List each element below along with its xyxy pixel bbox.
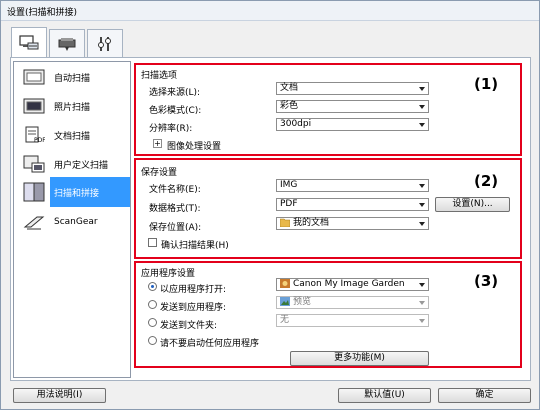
open-with-app-value: Canon My Image Garden	[293, 279, 405, 289]
save-location-value: 我的文档	[293, 218, 330, 228]
send-to-folder-dropdown[interactable]: 无	[276, 314, 429, 327]
section-number-1: (1)	[474, 75, 499, 93]
auto-scan-icon	[22, 66, 46, 88]
sidebar-item-label: 用户定义扫描	[54, 160, 109, 171]
send-to-app-radio[interactable]	[148, 300, 157, 309]
title-bar: 设置(扫描和拼接)	[1, 1, 539, 21]
expand-image-processing-button[interactable]: +	[153, 139, 162, 148]
scan-from-computer-icon	[19, 35, 39, 50]
sidebar-item-label: 扫描和拼接	[54, 188, 100, 199]
tab-scan-from-operation-panel[interactable]	[49, 29, 85, 57]
sidebar-item-document-scan[interactable]: PDF 文档扫描	[14, 120, 130, 150]
preview-app-icon	[280, 297, 290, 306]
chevron-down-icon	[419, 87, 425, 91]
open-with-app-dropdown[interactable]: Canon My Image Garden	[276, 278, 429, 291]
chevron-down-icon	[419, 184, 425, 188]
sidebar-item-scangear[interactable]: ScanGear	[14, 207, 130, 237]
app-settings-title: 应用程序设置	[141, 269, 196, 279]
sidebar-item-label: ScanGear	[54, 217, 98, 227]
select-source-value: 文档	[280, 83, 299, 93]
scan-mode-list: 自动扫描 照片扫描 PDF 文档扫描 用户定义扫描 扫描和拼接 ScanGear	[13, 61, 131, 378]
section-number-2: (2)	[474, 172, 499, 190]
chevron-down-icon	[419, 123, 425, 127]
chevron-down-icon	[419, 222, 425, 226]
do-not-start-app-radio[interactable]	[148, 336, 157, 345]
select-source-label: 选择来源(L):	[149, 88, 201, 98]
scangear-icon	[22, 211, 46, 233]
settings-window: 设置(扫描和拼接) 自动扫描 照片扫描 PDF 文档扫描 用户定义扫描 扫描和拼…	[0, 0, 540, 410]
chevron-down-icon	[419, 203, 425, 207]
more-functions-button[interactable]: 更多功能(M)	[290, 351, 429, 366]
save-settings-title: 保存设置	[141, 168, 178, 178]
file-name-label: 文件名称(E):	[149, 185, 201, 195]
open-with-app-label: 以应用程序打开:	[160, 285, 227, 295]
section-number-3: (3)	[474, 272, 499, 290]
data-format-label: 数据格式(T):	[149, 204, 201, 214]
save-location-label: 保存位置(A):	[149, 223, 202, 233]
folder-icon	[280, 218, 290, 227]
chevron-down-icon	[419, 283, 425, 287]
open-with-app-radio[interactable]	[148, 282, 157, 291]
resolution-label: 分辨率(R):	[149, 124, 193, 134]
save-location-dropdown[interactable]: 我的文档	[276, 217, 429, 230]
sidebar-item-photo-scan[interactable]: 照片扫描	[14, 91, 130, 121]
image-processing-label: 图像处理设置	[167, 142, 222, 152]
send-to-folder-radio[interactable]	[148, 318, 157, 327]
scan-from-operation-panel-icon	[58, 37, 76, 51]
send-to-app-dropdown[interactable]: 预览	[276, 296, 429, 309]
sidebar-item-custom-scan[interactable]: 用户定义扫描	[14, 149, 130, 179]
photo-scan-icon	[22, 95, 46, 117]
color-mode-value: 彩色	[280, 101, 299, 111]
data-format-value: PDF	[280, 199, 298, 209]
resolution-dropdown[interactable]: 300dpi	[276, 118, 429, 131]
confirm-scan-results-label: 确认扫描结果(H)	[161, 241, 229, 251]
sidebar-item-label: 照片扫描	[54, 102, 91, 113]
chevron-down-icon	[419, 301, 425, 305]
do-not-start-app-label: 请不要启动任何应用程序	[160, 339, 260, 349]
scan-options-title: 扫描选项	[141, 71, 178, 81]
select-source-dropdown[interactable]: 文档	[276, 82, 429, 95]
resolution-value: 300dpi	[280, 119, 312, 129]
tab-general-settings[interactable]	[87, 29, 123, 57]
ok-button[interactable]: 确定	[438, 388, 531, 403]
confirm-scan-results-checkbox[interactable]	[148, 238, 157, 247]
send-to-folder-value: 无	[280, 315, 290, 325]
custom-scan-icon	[22, 153, 46, 175]
sidebar-item-label: 自动扫描	[54, 73, 91, 84]
help-button[interactable]: 用法说明(I)	[13, 388, 106, 403]
general-settings-icon	[98, 36, 111, 51]
my-image-garden-icon	[280, 279, 290, 288]
send-to-folder-label: 发送到文件夹:	[160, 321, 218, 331]
chevron-down-icon	[419, 319, 425, 323]
svg-text:PDF: PDF	[34, 137, 45, 144]
send-to-app-value: 预览	[293, 297, 312, 307]
data-format-dropdown[interactable]: PDF	[276, 198, 429, 211]
color-mode-label: 色彩模式(C):	[149, 106, 202, 116]
chevron-down-icon	[419, 105, 425, 109]
file-name-value: IMG	[280, 180, 298, 190]
window-title: 设置(扫描和拼接)	[7, 8, 78, 18]
sidebar-item-scan-and-stitch[interactable]: 扫描和拼接	[14, 177, 130, 207]
tab-scan-from-computer[interactable]	[11, 27, 47, 58]
document-scan-icon: PDF	[22, 124, 46, 146]
format-settings-button[interactable]: 设置(N)...	[435, 197, 510, 212]
file-name-combobox[interactable]: IMG	[276, 179, 429, 192]
sidebar-item-label: 文档扫描	[54, 131, 91, 142]
send-to-app-label: 发送到应用程序:	[160, 303, 227, 313]
defaults-button[interactable]: 默认值(U)	[338, 388, 431, 403]
color-mode-dropdown[interactable]: 彩色	[276, 100, 429, 113]
sidebar-item-auto-scan[interactable]: 自动扫描	[14, 62, 130, 92]
scan-and-stitch-icon	[22, 181, 46, 203]
